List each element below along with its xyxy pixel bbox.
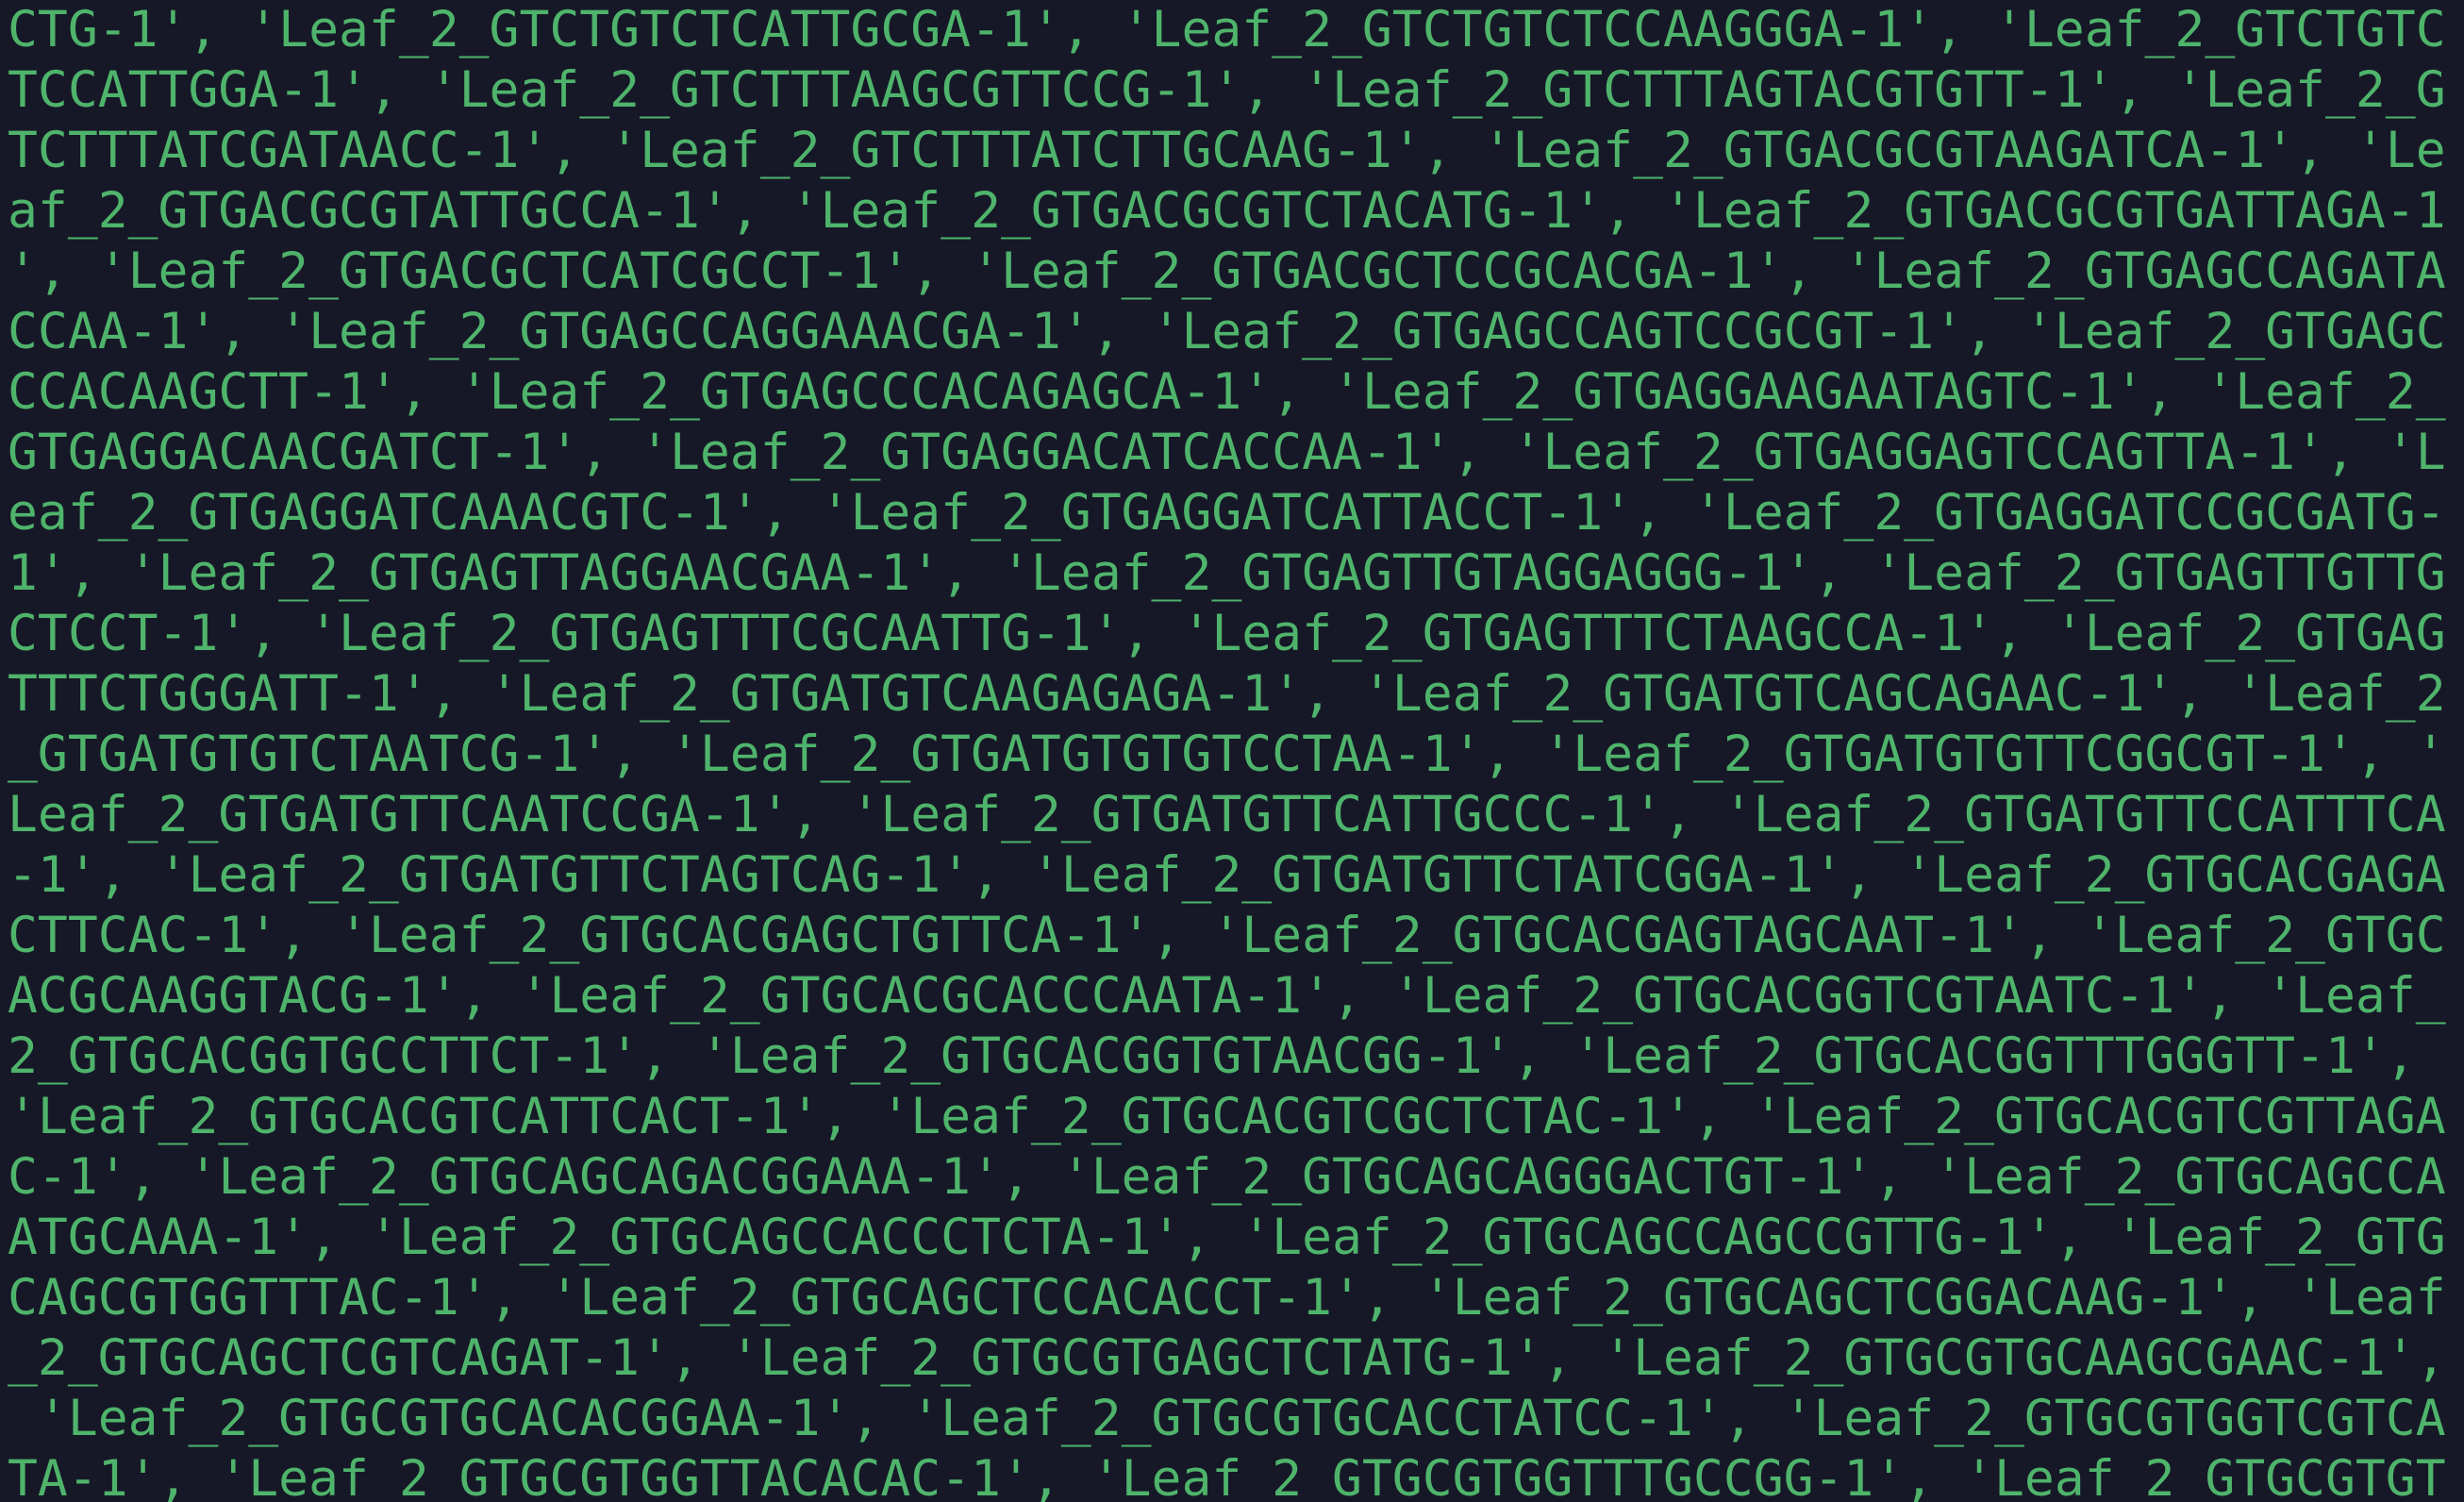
output-line: 2_GTGCACGGTGCCTTCT-1', 'Leaf_2_GTGCACGGT… (8, 1027, 2446, 1085)
output-line: ', 'Leaf_2_GTGACGCTCATCGCCT-1', 'Leaf_2_… (8, 242, 2446, 300)
output-line: ACGCAAGGTACG-1', 'Leaf_2_GTGCACGCACCCAAT… (8, 967, 2446, 1025)
terminal-output: CTG-1', 'Leaf_2_GTCTGTCTCATTGCGA-1', 'Le… (8, 0, 2446, 1502)
output-line: CTG-1', 'Leaf_2_GTCTGTCTCATTGCGA-1', 'Le… (8, 1, 2446, 58)
output-line: GTGAGGACAACGATCT-1', 'Leaf_2_GTGAGGACATC… (8, 424, 2446, 481)
output-line: TTTCTGGGATT-1', 'Leaf_2_GTGATGTCAAGAGAGA… (8, 665, 2446, 723)
output-line: TCCATTGGA-1', 'Leaf_2_GTCTTTAAGCGTTCCG-1… (8, 61, 2446, 119)
output-line: -1', 'Leaf_2_GTGATGTTCTAGTCAG-1', 'Leaf_… (8, 846, 2446, 904)
output-line: TA-1', 'Leaf_2_GTGCGTGGTTACACAC-1', 'Lea… (8, 1450, 2446, 1502)
output-line: ATGCAAA-1', 'Leaf_2_GTGCAGCCACCCTCTA-1',… (8, 1209, 2446, 1266)
output-line: 'Leaf_2_GTGCACGTCATTCACT-1', 'Leaf_2_GTG… (8, 1088, 2446, 1145)
output-line: eaf_2_GTGAGGATCAAACGTC-1', 'Leaf_2_GTGAG… (8, 484, 2446, 542)
output-line: _2_GTGCAGCTCGTCAGAT-1', 'Leaf_2_GTGCGTGA… (8, 1329, 2446, 1387)
output-line: TCTTTATCGATAACC-1', 'Leaf_2_GTCTTTATCTTG… (8, 122, 2446, 179)
output-line: CAGCGTGGTTTAC-1', 'Leaf_2_GTGCAGCTCCACAC… (8, 1269, 2446, 1327)
output-line: 1', 'Leaf_2_GTGAGTTAGGAACGAA-1', 'Leaf_2… (8, 544, 2446, 602)
output-line: _GTGATGTGTCTAATCG-1', 'Leaf_2_GTGATGTGTG… (8, 726, 2446, 783)
output-line: CCACAAGCTT-1', 'Leaf_2_GTGAGCCCACAGAGCA-… (8, 363, 2446, 421)
output-line: CTCCT-1', 'Leaf_2_GTGAGTTTCGCAATTG-1', '… (8, 605, 2446, 662)
output-line: CCAA-1', 'Leaf_2_GTGAGCCAGGAAACGA-1', 'L… (8, 303, 2446, 360)
output-line: Leaf_2_GTGATGTTCAATCCGA-1', 'Leaf_2_GTGA… (8, 786, 2446, 843)
terminal-window[interactable]: CTG-1', 'Leaf_2_GTCTGTCTCATTGCGA-1', 'Le… (0, 0, 2464, 1502)
output-line: C-1', 'Leaf_2_GTGCAGCAGACGGAAA-1', 'Leaf… (8, 1148, 2446, 1206)
output-line: CTTCAC-1', 'Leaf_2_GTGCACGAGCTGTTCA-1', … (8, 907, 2446, 964)
output-line: 'Leaf_2_GTGCGTGCACACGGAA-1', 'Leaf_2_GTG… (8, 1390, 2446, 1447)
output-line: af_2_GTGACGCGTATTGCCA-1', 'Leaf_2_GTGACG… (8, 182, 2446, 240)
